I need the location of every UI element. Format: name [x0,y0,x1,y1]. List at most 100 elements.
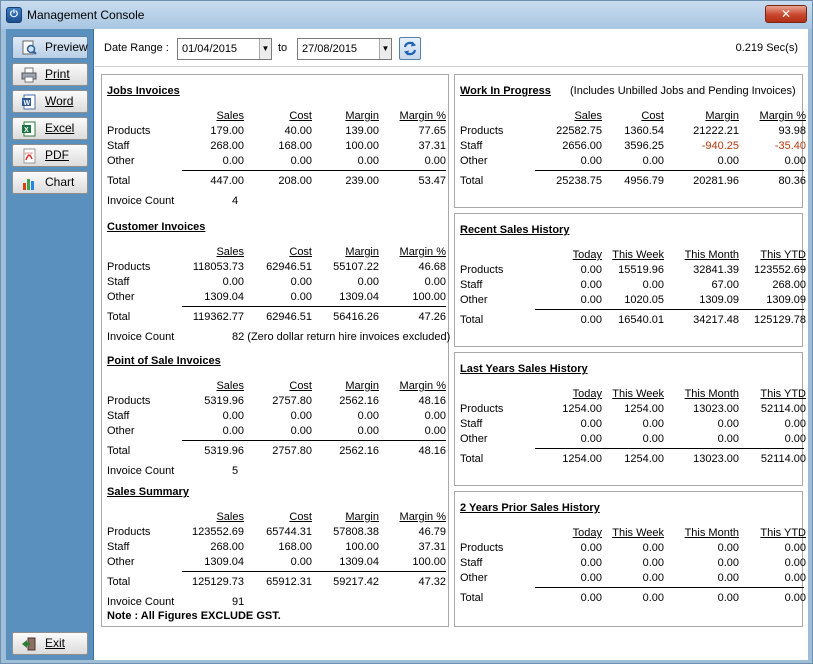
column-header: Today [572,249,602,261]
row-label: Other [460,294,488,306]
value-cell: 0.00 [580,433,602,445]
value-cell: 123552.69 [192,526,244,538]
row-label: Staff [460,279,483,291]
value-cell: 268.00 [772,279,806,291]
total-label: Total [107,311,131,323]
row-label: Staff [107,140,130,152]
chart-label: Chart [45,175,75,189]
value-cell: 168.00 [278,541,312,553]
table-row: Staff 2656.00 3596.25 -940.25 -35.40 [460,140,806,155]
chart-icon [21,175,37,191]
total-cell: 80.36 [778,175,806,187]
value-cell: 0.00 [580,418,602,430]
figures-table: Sales Cost Margin Margin % Products 118053.73… [107,246,451,346]
word-icon: W [21,94,37,110]
svg-text:X: X [24,127,29,134]
invoice-count-row: Invoice Count 91 [107,596,447,611]
table-row: Products 118053.73 62946.51 55107.22 46.68 [107,261,447,276]
value-cell: 0.00 [357,276,379,288]
value-cell: -940.25 [701,140,739,152]
total-cell: 48.16 [418,445,446,457]
print-button[interactable]: Print [12,63,88,86]
table-row: Products 179.00 40.00 139.00 77.65 [107,125,447,140]
column-header: This YTD [760,249,806,261]
value-cell: 0.00 [290,556,312,568]
value-cell: 1309.04 [339,556,379,568]
value-cell: 3596.25 [624,140,664,152]
recent-sales-panel: Recent Sales History Today This Week This M… [454,213,806,347]
pdf-button[interactable]: PDF PDF [12,144,88,167]
chevron-down-icon[interactable]: ▼ [259,39,271,59]
value-cell: 1309.09 [766,294,806,306]
word-button[interactable]: W Word [12,90,88,113]
section-title: Recent Sales History [460,224,570,236]
column-header: This YTD [760,388,806,400]
invoice-count-value: 82 (Zero dollar return hire invoices exc… [232,331,451,343]
section-title: Last Years Sales History [460,363,588,375]
invoice-count-label: Invoice Count [107,465,175,477]
total-row: Total 0.00 16540.01 34217.48 125129.78 [460,314,806,329]
value-cell: 0.00 [222,155,244,167]
total-separator [182,306,446,307]
value-cell: 0.00 [784,433,806,445]
invoice-count-label: Invoice Count [107,195,175,207]
table-row: Other 0.00 0.00 0.00 0.00 [107,155,447,170]
value-cell: 0.00 [580,264,602,276]
column-header: Margin [705,110,739,122]
last-year-sales-panel: Last Years Sales History Today This Week Th… [454,352,806,486]
value-cell: 46.68 [418,261,446,273]
svg-text:PDF: PDF [25,151,34,156]
chart-button[interactable]: Chart [12,171,88,194]
table-row: Products 5319.96 2757.80 2562.16 48.16 [107,395,447,410]
value-cell: 0.00 [580,155,602,167]
value-cell: 0.00 [580,279,602,291]
value-cell: 1020.05 [624,294,664,306]
total-cell: 47.32 [418,576,446,588]
refresh-icon [400,41,420,62]
total-separator [182,170,446,171]
value-cell: 67.00 [711,279,739,291]
value-cell: 123552.69 [754,264,806,276]
total-cell: 59217.42 [333,576,379,588]
to-date-value: 27/08/2015 [302,43,358,55]
value-cell: 0.00 [424,410,446,422]
table-row: Staff 0.00 0.00 0.00 0.00 [460,418,806,433]
total-cell: 16540.01 [618,314,664,326]
value-cell: 139.00 [345,125,379,137]
total-cell: 2757.80 [272,445,312,457]
preview-button[interactable]: Preview [12,36,88,59]
row-label: Products [107,395,151,407]
date-range-bar: Date Range : 01/04/2015 ▼ to 27/08/2015 … [95,29,808,67]
total-label: Total [107,445,131,457]
value-cell: 62946.51 [266,261,312,273]
total-cell: 119362.77 [192,311,244,323]
table-header-row: Sales Cost Margin Margin % [107,380,447,395]
total-separator [535,170,804,171]
value-cell: 0.00 [357,425,379,437]
total-cell: 125129.73 [192,576,244,588]
value-cell: 37.31 [418,140,446,152]
power-app-icon: ⏻ [6,7,22,23]
excel-label: Excel [45,121,75,135]
invoice-count-value: 91 [232,596,245,608]
value-cell: 2656.00 [562,140,602,152]
value-cell: 168.00 [278,140,312,152]
total-cell: 25238.75 [556,175,602,187]
chevron-down-icon[interactable]: ▼ [379,39,391,59]
from-date-picker[interactable]: 01/04/2015 ▼ [177,38,272,60]
figures-table: Sales Cost Margin Margin % Products 5319.96 27… [107,380,447,480]
excel-button[interactable]: X Excel [12,117,88,140]
total-row: Total 119362.77 62946.51 56416.26 47.26 [107,311,447,326]
value-cell: 0.00 [222,410,244,422]
column-header: This Week [612,388,664,400]
to-date-picker[interactable]: 27/08/2015 ▼ [297,38,392,60]
section-title: Customer Invoices [107,221,206,233]
value-cell: 1309.09 [699,294,739,306]
table-header-row: Sales Cost Margin Margin % [107,246,447,261]
refresh-button[interactable] [399,37,421,60]
total-cell: 0.00 [580,314,602,326]
total-cell: 4956.79 [624,175,664,187]
exit-button[interactable]: Exit [12,632,88,655]
close-window-button[interactable]: ✕ [765,5,807,23]
value-cell: 21222.21 [693,125,739,137]
